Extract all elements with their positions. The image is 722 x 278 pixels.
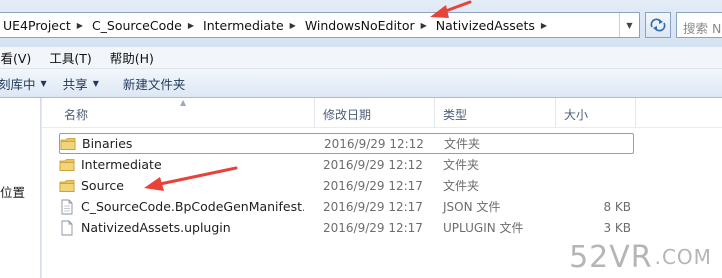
column-header-size[interactable]: 大小	[556, 98, 636, 128]
file-name: NativizedAssets.uplugin	[81, 220, 231, 235]
file-name: Source	[81, 178, 124, 193]
file-date: 2016/9/29 12:17	[323, 178, 423, 193]
folder-icon	[59, 158, 75, 171]
chevron-right-icon[interactable]: ▶	[77, 21, 89, 30]
file-name: Binaries	[82, 136, 133, 151]
menu-help[interactable]: 帮助(H)	[106, 48, 162, 67]
command-bar: 刻库中 ▼ 共享 ▼ 新建文件夹	[0, 69, 722, 98]
file-date: 2016/9/29 12:17	[323, 199, 423, 214]
folder-icon	[59, 179, 75, 192]
document-icon	[61, 199, 73, 214]
share-label: 共享	[62, 76, 88, 92]
column-type-label: 类型	[443, 108, 468, 122]
chevron-right-icon[interactable]: ▶	[421, 21, 433, 30]
refresh-icon	[650, 18, 666, 32]
breadcrumb-intermediate[interactable]: Intermediate	[200, 18, 290, 33]
file-date: 2016/9/29 12:12	[323, 157, 423, 172]
breadcrumb-c-sourcecode[interactable]: C_SourceCode	[89, 18, 188, 33]
share-button[interactable]: 共享 ▼	[63, 74, 99, 93]
breadcrumb-nativizedassets[interactable]: NativizedAssets	[433, 18, 541, 33]
column-header-name[interactable]: 名称	[56, 98, 315, 128]
file-name: Intermediate	[81, 157, 162, 172]
file-name-cell: Binaries	[60, 136, 305, 152]
folder-icon	[60, 137, 76, 150]
file-date: 2016/9/29 12:12	[324, 136, 424, 151]
file-row-intermediate[interactable]: Intermediate 2016/9/29 12:12 文件夹	[59, 154, 634, 175]
breadcrumb-windowsnoeditor[interactable]: WindowsNoEditor	[302, 18, 421, 33]
column-header-date[interactable]: 修改日期	[315, 98, 435, 128]
file-type: 文件夹	[443, 179, 480, 193]
file-name-cell: Intermediate	[59, 157, 304, 173]
chevron-down-icon: ▼	[40, 78, 47, 88]
file-size: 3 KB	[603, 220, 631, 235]
file-row-uplugin[interactable]: NativizedAssets.uplugin 2016/9/29 12:17 …	[59, 217, 634, 238]
menu-bar: 查看(V) 工具(T) 帮助(H)	[0, 47, 722, 69]
chevron-right-icon[interactable]: ▶	[541, 21, 553, 30]
column-header-type[interactable]: 类型	[435, 98, 556, 128]
nav-item-location[interactable]: 位置	[0, 182, 25, 201]
file-type: JSON 文件	[443, 200, 501, 214]
address-history-dropdown-icon[interactable]: ▼	[619, 13, 639, 37]
breadcrumb-ue4project[interactable]: UE4Project	[0, 18, 77, 33]
column-size-label: 大小	[564, 108, 589, 122]
file-date: 2016/9/29 12:17	[323, 220, 423, 235]
file-name-cell: Source	[59, 178, 304, 194]
file-name-cell: C_SourceCode.BpCodeGenManifest.j...	[59, 199, 304, 215]
chevron-down-icon: ▼	[92, 78, 99, 88]
column-date-label: 修改日期	[323, 108, 372, 122]
menu-view[interactable]: 查看(V)	[0, 48, 39, 67]
menu-tools[interactable]: 工具(T)	[45, 48, 99, 67]
file-row-manifest[interactable]: C_SourceCode.BpCodeGenManifest.j... 2016…	[59, 196, 634, 217]
file-row-source[interactable]: Source 2016/9/29 12:17 文件夹	[59, 175, 634, 196]
include-in-library-button[interactable]: 刻库中 ▼	[0, 74, 47, 93]
document-icon	[61, 220, 73, 235]
file-name-cell: NativizedAssets.uplugin	[59, 220, 304, 236]
navigation-pane[interactable]: 位置	[0, 98, 41, 278]
file-name: C_SourceCode.BpCodeGenManifest.j...	[81, 199, 304, 214]
file-type: UPLUGIN 文件	[443, 221, 524, 235]
chevron-right-icon[interactable]: ▶	[290, 21, 302, 30]
new-folder-label: 新建文件夹	[122, 76, 186, 92]
address-bar[interactable]: UE4Project ▶ C_SourceCode ▶ Intermediate…	[0, 12, 640, 38]
file-row-binaries[interactable]: Binaries 2016/9/29 12:12 文件夹	[59, 133, 634, 154]
column-header-row: ▲ 名称 修改日期 类型 大小	[42, 98, 722, 128]
chevron-right-icon[interactable]: ▶	[188, 21, 200, 30]
new-folder-button[interactable]: 新建文件夹	[123, 74, 186, 93]
address-bar-row: UE4Project ▶ C_SourceCode ▶ Intermediate…	[0, 0, 722, 47]
search-input[interactable]: 搜索 Nati	[676, 12, 722, 38]
watermark-logo: 52VR .COM	[559, 236, 722, 278]
watermark-suffix: .COM	[654, 245, 712, 269]
file-size: 8 KB	[603, 199, 631, 214]
refresh-button[interactable]	[645, 12, 671, 38]
watermark-main: 52VR	[569, 239, 653, 275]
column-name-label: 名称	[64, 108, 89, 122]
file-type: 文件夹	[444, 137, 481, 151]
file-type: 文件夹	[443, 158, 480, 172]
include-in-library-label: 刻库中	[0, 76, 36, 92]
